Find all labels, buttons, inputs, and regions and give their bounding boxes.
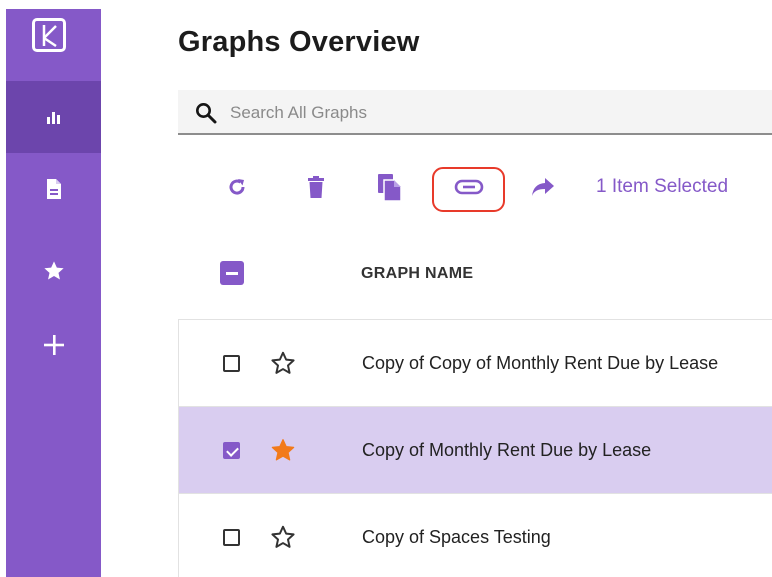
graph-name[interactable]: Copy of Copy of Monthly Rent Due by Leas… [362,353,718,374]
link-icon [454,179,484,195]
row-checkbox[interactable] [223,529,240,546]
sidebar-item-documents[interactable] [6,153,101,225]
page-title: Graphs Overview [178,26,420,58]
star-filled-icon[interactable] [270,437,296,463]
search-icon [196,103,217,124]
graph-name-column-header[interactable]: GRAPH NAME [361,265,473,283]
star-outline-icon[interactable] [270,524,296,550]
refresh-icon [229,179,245,195]
sidebar-item-add[interactable] [6,309,101,381]
row-checkbox[interactable] [223,442,240,459]
graph-name[interactable]: Copy of Spaces Testing [362,527,551,548]
sidebar-item-graphs[interactable] [6,81,101,153]
kumu-logo-icon[interactable] [32,18,66,52]
bar-chart-icon [46,112,60,124]
document-icon [46,179,61,199]
duplicate-button[interactable] [374,165,406,209]
sidebar-item-favorites[interactable] [6,235,101,307]
refresh-button[interactable] [222,165,252,209]
delete-button[interactable] [302,165,330,209]
select-all-checkbox[interactable] [220,261,244,285]
copy-link-button[interactable] [448,165,490,209]
table-row[interactable]: Copy of Spaces Testing [179,494,772,577]
copy-icon [378,174,402,201]
graph-list: Copy of Copy of Monthly Rent Due by Leas… [178,319,772,577]
search-input[interactable] [228,100,752,126]
row-checkbox[interactable] [223,355,240,372]
graph-name[interactable]: Copy of Monthly Rent Due by Lease [362,440,651,461]
search-bar [178,90,772,135]
sidebar [6,9,101,577]
share-arrow-icon [532,178,554,196]
share-button[interactable] [528,165,558,209]
star-icon [43,261,64,280]
star-outline-icon[interactable] [270,350,296,376]
selection-count: 1 Item Selected [596,176,729,197]
trash-icon [308,176,324,198]
table-row[interactable]: Copy of Monthly Rent Due by Lease [179,407,772,494]
plus-icon [43,335,64,355]
table-row[interactable]: Copy of Copy of Monthly Rent Due by Leas… [179,320,772,407]
